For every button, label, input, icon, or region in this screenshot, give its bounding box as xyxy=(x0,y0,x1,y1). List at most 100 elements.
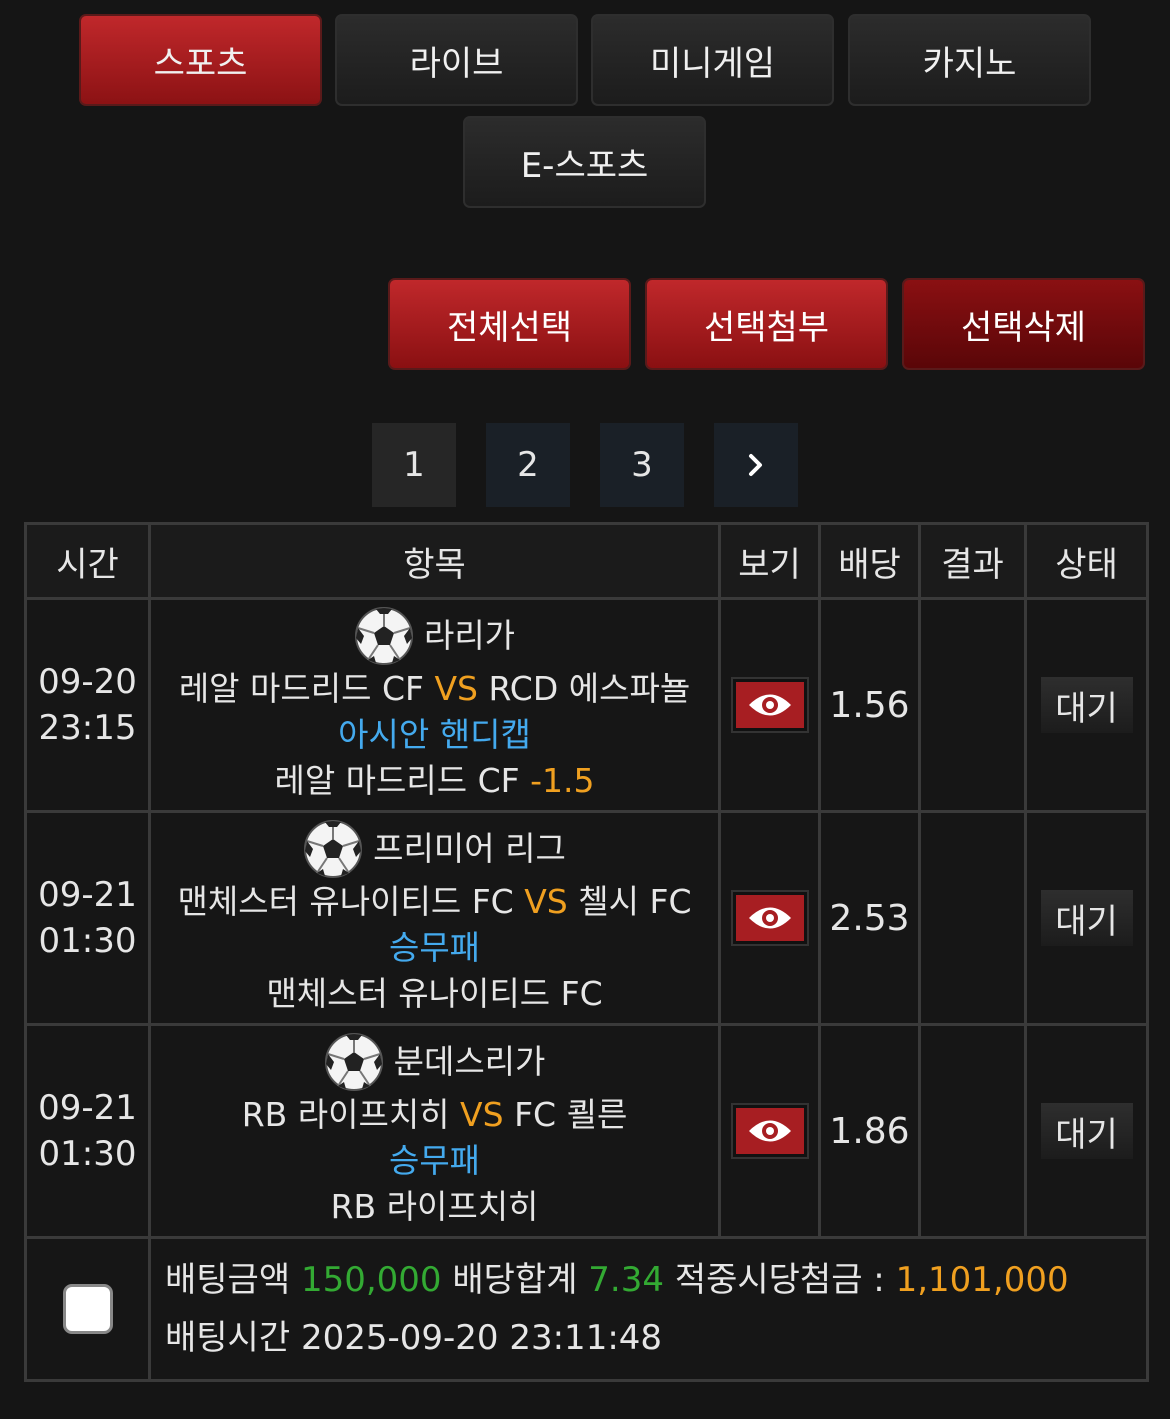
item-cell: 프리미어 리그 맨체스터 유나이티드 FC VS 첼시 FC 승무패 맨체스터 … xyxy=(148,810,721,1026)
selection: 레알 마드리드 CF -1.5 xyxy=(151,758,718,804)
payout-amount: 1,101,000 xyxy=(895,1260,1069,1300)
odds-cell: 2.53 xyxy=(818,810,921,1026)
view-button[interactable] xyxy=(730,1103,809,1159)
soccer-ball-icon xyxy=(354,607,413,665)
item-cell: 분데스리가 RB 라이프치히 VS FC 쾰른 승무패 RB 라이프치히 xyxy=(148,1023,721,1239)
time-cell: 09-21 01:30 xyxy=(24,1023,151,1239)
status-cell: 대기 xyxy=(1024,597,1149,813)
pick-name: 레알 마드리드 CF xyxy=(274,761,520,800)
tab-sports[interactable]: 스포츠 xyxy=(79,14,322,106)
header-item: 항목 xyxy=(148,522,721,600)
match-date: 09-21 xyxy=(38,1088,137,1128)
summary-row: 배팅금액 150,000 배당합계 7.34 적중시당첨금 : 1,101,00… xyxy=(24,1236,1149,1382)
status-cell: 대기 xyxy=(1024,810,1149,1026)
eye-icon xyxy=(748,694,791,716)
table-row: 09-21 01:30 분데스리가 RB 라이프치히 VS FC 쾰른 승무패 … xyxy=(24,1023,1149,1239)
bet-amount-label: 배팅금액 xyxy=(165,1260,291,1300)
view-button[interactable] xyxy=(730,677,809,733)
status-cell: 대기 xyxy=(1024,1023,1149,1239)
market-type: 승무패 xyxy=(388,928,481,967)
page-2[interactable]: 2 xyxy=(486,423,570,507)
home-team: RB 라이프치히 xyxy=(241,1095,450,1134)
matchup: RB 라이프치히 VS FC 쾰른 xyxy=(151,1092,718,1138)
match-time: 01:30 xyxy=(38,1134,137,1174)
soccer-ball-icon xyxy=(324,1033,383,1091)
total-odds: 7.34 xyxy=(588,1260,664,1300)
attach-selected-button[interactable]: 선택첨부 xyxy=(645,278,888,370)
item-cell: 라리가 레알 마드리드 CF VS RCD 에스파뇰 아시안 핸디캡 레알 마드… xyxy=(148,597,721,813)
view-cell xyxy=(718,597,821,813)
next-page-button[interactable] xyxy=(714,423,798,507)
matchup: 레알 마드리드 CF VS RCD 에스파뇰 xyxy=(151,666,718,712)
view-cell xyxy=(718,810,821,1026)
payout-label: 적중시당첨금 : xyxy=(674,1260,885,1300)
league-name: 분데스리가 xyxy=(393,1042,546,1081)
bet-time-label: 배팅시간 xyxy=(165,1318,291,1358)
table-row: 09-21 01:30 프리미어 리그 맨체스터 유나이티드 FC VS 첼시 … xyxy=(24,810,1149,1026)
time-cell: 09-21 01:30 xyxy=(24,810,151,1026)
vs-label: VS xyxy=(460,1095,504,1134)
header-result: 결과 xyxy=(918,522,1027,600)
header-status: 상태 xyxy=(1024,522,1149,600)
league-line: 프리미어 리그 xyxy=(151,819,718,879)
result-cell xyxy=(918,597,1027,813)
match-time: 01:30 xyxy=(38,921,137,961)
summary-line-1: 배팅금액 150,000 배당합계 7.34 적중시당첨금 : 1,101,00… xyxy=(165,1251,1146,1309)
bet-summary: 배팅금액 150,000 배당합계 7.34 적중시당첨금 : 1,101,00… xyxy=(148,1236,1149,1382)
league-name: 프리미어 리그 xyxy=(373,829,566,868)
status-badge: 대기 xyxy=(1040,1103,1133,1159)
view-cell xyxy=(718,1023,821,1239)
time-cell: 09-20 23:15 xyxy=(24,597,151,813)
table-header-row: 시간 항목 보기 배당 결과 상태 xyxy=(24,522,1149,600)
eye-icon xyxy=(748,1120,791,1142)
tab-live[interactable]: 라이브 xyxy=(335,14,578,106)
total-odds-label: 배당합계 xyxy=(452,1260,578,1300)
pick-name: RB 라이프치히 xyxy=(330,1187,539,1226)
match-date: 09-21 xyxy=(38,875,137,915)
odds-cell: 1.86 xyxy=(818,1023,921,1239)
selection: 맨체스터 유나이티드 FC xyxy=(151,971,718,1017)
tab-casino[interactable]: 카지노 xyxy=(848,14,1091,106)
league-name: 라리가 xyxy=(423,616,516,655)
league-line: 라리가 xyxy=(151,606,718,666)
checkbox-cell xyxy=(24,1236,151,1382)
header-odds: 배당 xyxy=(818,522,921,600)
home-team: 레알 마드리드 CF xyxy=(178,669,424,708)
header-time: 시간 xyxy=(24,522,151,600)
selection: RB 라이프치히 xyxy=(151,1184,718,1230)
match-date: 09-20 xyxy=(38,662,137,702)
page-1[interactable]: 1 xyxy=(372,423,456,507)
handicap-value: -1.5 xyxy=(530,761,595,800)
status-badge: 대기 xyxy=(1040,677,1133,733)
market-type: 아시안 핸디캡 xyxy=(338,715,531,754)
header-view: 보기 xyxy=(718,522,821,600)
soccer-ball-icon xyxy=(304,820,363,878)
bet-time: 2025-09-20 23:11:48 xyxy=(300,1318,663,1358)
odds-cell: 1.56 xyxy=(818,597,921,813)
bet-amount: 150,000 xyxy=(300,1260,442,1300)
view-button[interactable] xyxy=(730,890,809,946)
eye-icon xyxy=(748,907,791,929)
page-3[interactable]: 3 xyxy=(600,423,684,507)
result-cell xyxy=(918,810,1027,1026)
league-line: 분데스리가 xyxy=(151,1032,718,1092)
status-badge: 대기 xyxy=(1040,890,1133,946)
vs-label: VS xyxy=(524,882,568,921)
away-team: 첼시 FC xyxy=(578,882,692,921)
table-row: 09-20 23:15 라리가 레알 마드리드 CF VS RCD 에스파뇰 아… xyxy=(24,597,1149,813)
delete-selected-button[interactable]: 선택삭제 xyxy=(902,278,1145,370)
chevron-right-icon xyxy=(749,454,762,476)
pick-name: 맨체스터 유나이티드 FC xyxy=(266,974,603,1013)
away-team: RCD 에스파뇰 xyxy=(488,669,691,708)
select-all-button[interactable]: 전체선택 xyxy=(388,278,631,370)
matchup: 맨체스터 유나이티드 FC VS 첼시 FC xyxy=(151,879,718,925)
bet-history-table: 시간 항목 보기 배당 결과 상태 09-20 23:15 라리가 레알 마드리… xyxy=(24,522,1149,1382)
tab-minigame[interactable]: 미니게임 xyxy=(591,14,834,106)
result-cell xyxy=(918,1023,1027,1239)
away-team: FC 쾰른 xyxy=(514,1095,628,1134)
match-time: 23:15 xyxy=(38,708,137,748)
vs-label: VS xyxy=(434,669,479,708)
select-checkbox[interactable] xyxy=(62,1284,113,1334)
summary-line-2: 배팅시간 2025-09-20 23:11:48 xyxy=(165,1309,1146,1367)
tab-esports[interactable]: E-스포츠 xyxy=(463,116,706,208)
